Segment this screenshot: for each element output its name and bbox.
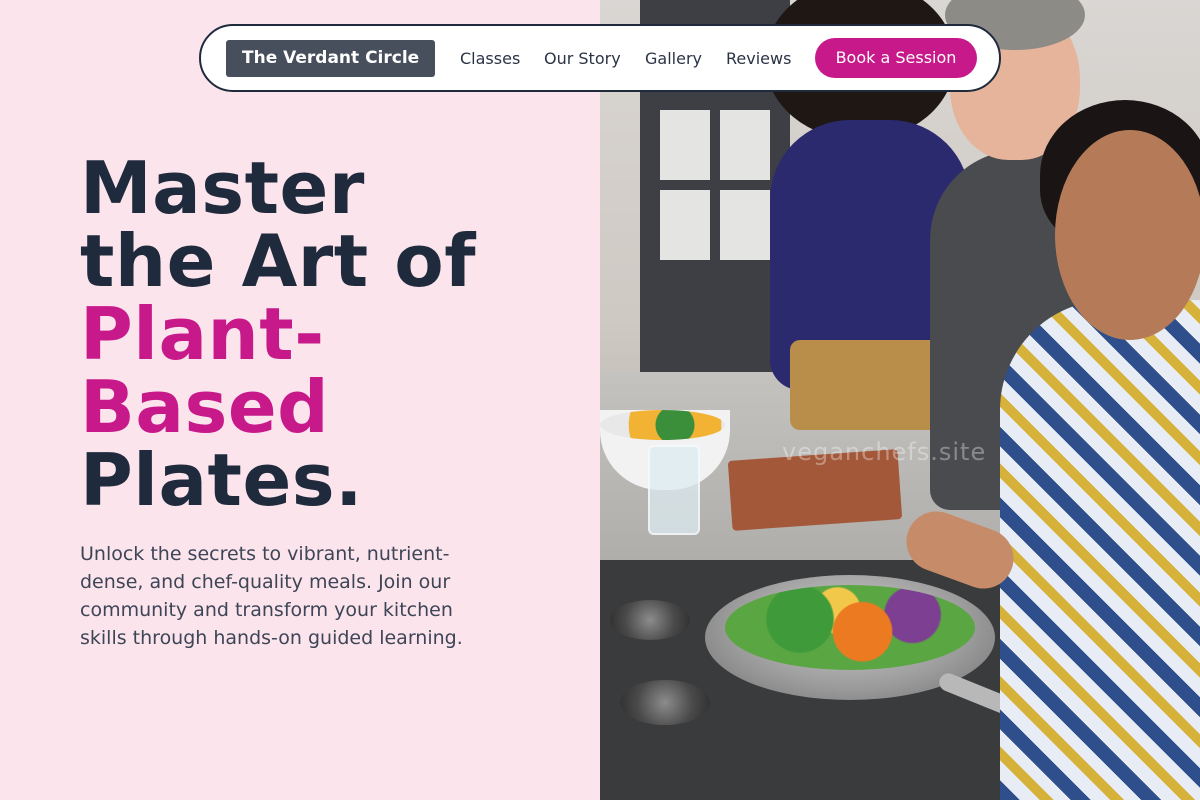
person-face xyxy=(1055,130,1200,340)
top-nav-bar: The Verdant Circle Classes Our Story Gal… xyxy=(199,24,1001,92)
nav-link-gallery[interactable]: Gallery xyxy=(645,48,702,70)
water-glass xyxy=(648,445,700,535)
headline-accent-line: Based xyxy=(80,365,330,449)
headline-line: Plates. xyxy=(80,438,363,522)
salad xyxy=(600,410,725,440)
photo-watermark: veganchefs.site xyxy=(782,438,987,466)
person-skirt xyxy=(790,340,940,430)
nav-link-classes[interactable]: Classes xyxy=(460,48,520,70)
nav-link-our-story[interactable]: Our Story xyxy=(544,48,621,70)
hero-photo-cooking-class: veganchefs.site xyxy=(600,0,1200,800)
headline-line: Master xyxy=(80,146,365,230)
hero-text-panel: Master the Art of Plant- Based Plates. U… xyxy=(0,0,600,800)
nav-link-reviews[interactable]: Reviews xyxy=(726,48,791,70)
brand-logo[interactable]: The Verdant Circle xyxy=(226,40,436,77)
headline-line: the Art of xyxy=(80,219,477,303)
stir-fry-vegetables xyxy=(725,585,975,670)
hero-description: Unlock the secrets to vibrant, nutrient-… xyxy=(80,543,463,649)
person-in-patterned-shirt xyxy=(1000,300,1200,800)
headline-accent-line: Plant- xyxy=(80,292,325,376)
hero-headline: Master the Art of Plant- Based Plates. xyxy=(80,152,476,517)
book-session-button[interactable]: Book a Session xyxy=(815,38,977,78)
